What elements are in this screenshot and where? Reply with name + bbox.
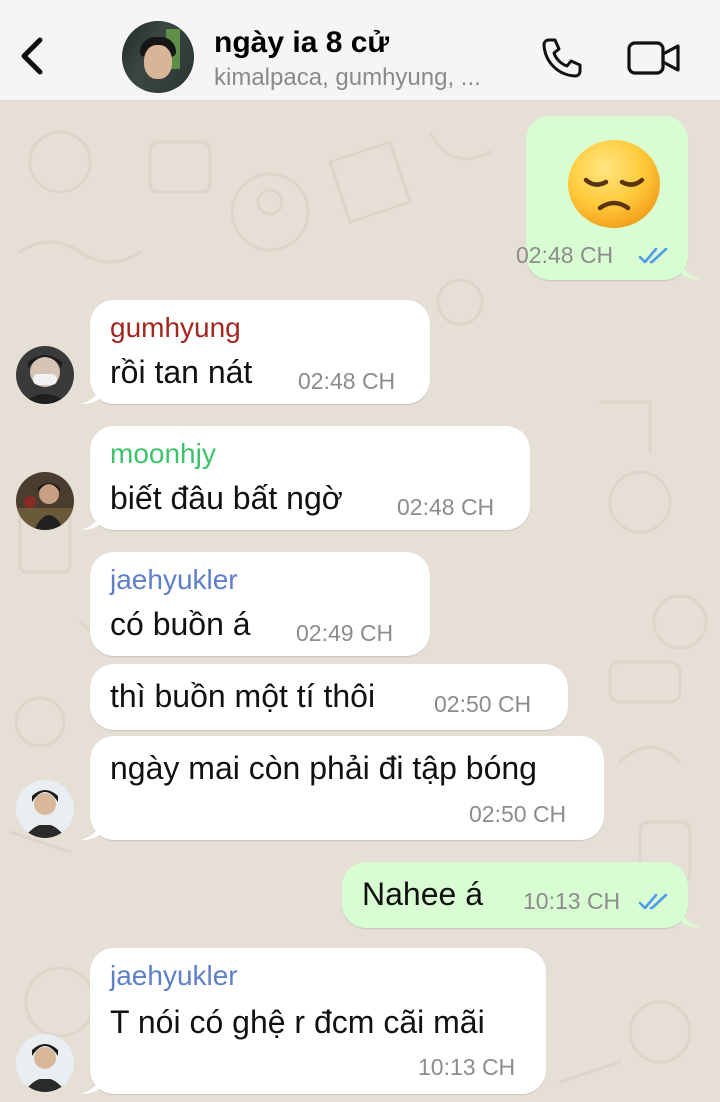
message-text: Nahee á xyxy=(362,876,483,912)
avatar-jaehyukler[interactable] xyxy=(16,780,74,838)
phone-icon[interactable] xyxy=(540,36,584,80)
bubble-tail xyxy=(80,818,102,840)
sender-name[interactable]: gumhyung xyxy=(110,312,241,344)
back-chevron-icon[interactable] xyxy=(14,34,50,78)
message-time: 02:49 CH xyxy=(296,620,394,646)
chat-participants[interactable]: kimalpaca, gumhyung, ... xyxy=(214,64,481,92)
message-time: 10:13 CH xyxy=(523,888,621,914)
disappointed-face-emoji xyxy=(566,138,662,230)
chat-title[interactable]: ngày ia 8 cử xyxy=(214,26,389,60)
group-avatar[interactable] xyxy=(122,21,194,93)
avatar-jaehyukler[interactable] xyxy=(16,1034,74,1092)
message-text: biết đâu bất ngờ xyxy=(110,480,343,516)
message-text: có buồn á xyxy=(110,606,251,642)
message-text: ngày mai còn phải đi tập bóng xyxy=(110,750,537,786)
sender-name[interactable]: moonhjy xyxy=(110,438,216,470)
chat-header: ngày ia 8 cử kimalpaca, gumhyung, ... xyxy=(0,0,720,101)
double-check-icon xyxy=(638,247,668,264)
avatar-moonhjy[interactable] xyxy=(16,472,74,530)
bubble-tail xyxy=(680,906,702,928)
message-time: 02:48 CH xyxy=(298,368,396,394)
avatar-gumhyung[interactable] xyxy=(16,346,74,404)
double-check-icon xyxy=(638,893,668,910)
message-text: thì buồn một tí thôi xyxy=(110,678,376,714)
bubble-tail xyxy=(680,258,702,280)
message-text: rồi tan nát xyxy=(110,354,253,390)
message-time: 02:48 CH xyxy=(516,242,614,268)
message-text: T nói có ghệ r đcm cãi mãi xyxy=(110,1004,485,1040)
message-time: 02:48 CH xyxy=(397,494,495,520)
sender-name[interactable]: jaehyukler xyxy=(110,564,238,596)
message-list[interactable]: 02:48 CH gumhyung rồi tan nát 02:48 CH m… xyxy=(0,102,720,1102)
message-time: 02:50 CH xyxy=(469,801,567,827)
message-time: 10:13 CH xyxy=(418,1054,516,1080)
sender-name[interactable]: jaehyukler xyxy=(110,960,238,992)
bubble-tail xyxy=(80,382,102,404)
video-camera-icon[interactable] xyxy=(626,38,682,78)
bubble-tail xyxy=(80,508,102,530)
message-time: 02:50 CH xyxy=(434,691,532,717)
bubble-tail xyxy=(80,1072,102,1094)
